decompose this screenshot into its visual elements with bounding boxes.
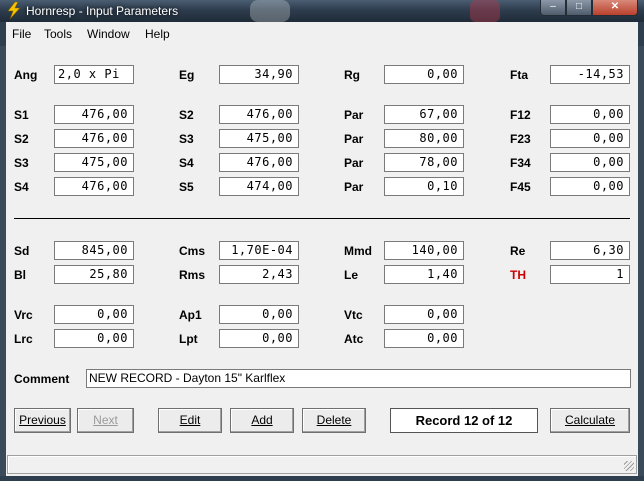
s4b-field[interactable]: 476,00 [54, 177, 134, 196]
f45-field[interactable]: 0,00 [550, 177, 630, 196]
lpt-field[interactable]: 0,00 [219, 329, 299, 348]
next-button[interactable]: Next [77, 408, 134, 433]
menu-window[interactable]: Window [87, 27, 130, 41]
background-blot [470, 0, 500, 22]
rms-label: Rms [179, 268, 206, 282]
par2-field[interactable]: 80,00 [384, 129, 464, 148]
edit-button[interactable]: Edit [158, 408, 222, 433]
title-bar: Hornresp - Input Parameters – □ ✕ [0, 0, 644, 22]
f12-label: F12 [510, 108, 531, 122]
s2-label: S2 [179, 108, 194, 122]
s1-field[interactable]: 476,00 [54, 105, 134, 124]
comment-label: Comment [14, 372, 70, 386]
cms-field[interactable]: 1,70E-04 [219, 241, 299, 260]
f23-label: F23 [510, 132, 531, 146]
s3-field[interactable]: 475,00 [219, 129, 299, 148]
par2-label: Par [344, 132, 364, 146]
calculate-button[interactable]: Calculate [550, 408, 630, 433]
lrc-label: Lrc [14, 332, 33, 346]
record-counter: Record 12 of 12 [390, 408, 538, 433]
close-button[interactable]: ✕ [592, 0, 638, 16]
menu-bar: File Tools Window Help [0, 22, 644, 46]
lightning-icon [7, 2, 21, 19]
minimize-button[interactable]: – [540, 0, 566, 16]
atc-label: Atc [344, 332, 364, 346]
par3-label: Par [344, 156, 364, 170]
vrc-label: Vrc [14, 308, 33, 322]
maximize-button[interactable]: □ [566, 0, 592, 16]
ang-label: Ang [14, 68, 38, 82]
le-field[interactable]: 1,40 [384, 265, 464, 284]
menu-file[interactable]: File [12, 27, 31, 41]
ang-field[interactable]: 2,0 x Pi [54, 65, 134, 84]
f34-label: F34 [510, 156, 531, 170]
s4-label: S4 [179, 156, 194, 170]
par1-field[interactable]: 67,00 [384, 105, 464, 124]
vrc-field[interactable]: 0,00 [54, 305, 134, 324]
th-label[interactable]: TH [510, 268, 526, 282]
par4-label: Par [344, 180, 364, 194]
vtc-label: Vtc [344, 308, 363, 322]
eg-label: Eg [179, 68, 195, 82]
re-field[interactable]: 6,30 [550, 241, 630, 260]
fta-field[interactable]: -14,53 [550, 65, 630, 84]
par3-field[interactable]: 78,00 [384, 153, 464, 172]
input-parameters-panel: Ang 2,0 x Pi Eg 34,90 Rg 0,00 Fta -14,53… [6, 46, 638, 476]
s3-label: S3 [179, 132, 194, 146]
window-title: Hornresp - Input Parameters [26, 4, 179, 18]
sd-label: Sd [14, 244, 30, 258]
comment-field[interactable]: NEW RECORD - Dayton 15" Karlflex [86, 369, 631, 388]
fta-label: Fta [510, 68, 528, 82]
th-field[interactable]: 1 [550, 265, 630, 284]
s3b-field[interactable]: 475,00 [54, 153, 134, 172]
cms-label: Cms [179, 244, 206, 258]
s5-label: S5 [179, 180, 194, 194]
sd-field[interactable]: 845,00 [54, 241, 134, 260]
le-label: Le [344, 268, 359, 282]
menu-help[interactable]: Help [145, 27, 170, 41]
bl-label: Bl [14, 268, 26, 282]
menu-tools[interactable]: Tools [44, 27, 72, 41]
resize-grip-icon[interactable] [624, 461, 634, 471]
delete-button[interactable]: Delete [302, 408, 366, 433]
s3b-label: S3 [14, 156, 29, 170]
ap1-label: Ap1 [179, 308, 202, 322]
background-blot [250, 0, 290, 22]
atc-field[interactable]: 0,00 [384, 329, 464, 348]
s4b-label: S4 [14, 180, 29, 194]
rg-field[interactable]: 0,00 [384, 65, 464, 84]
s2b-field[interactable]: 476,00 [54, 129, 134, 148]
lrc-field[interactable]: 0,00 [54, 329, 134, 348]
f45-label: F45 [510, 180, 531, 194]
rg-label: Rg [344, 68, 360, 82]
rms-field[interactable]: 2,43 [219, 265, 299, 284]
s5-field[interactable]: 474,00 [219, 177, 299, 196]
lpt-label: Lpt [179, 332, 198, 346]
mmd-field[interactable]: 140,00 [384, 241, 464, 260]
re-label: Re [510, 244, 526, 258]
par1-label: Par [344, 108, 364, 122]
f23-field[interactable]: 0,00 [550, 129, 630, 148]
par4-field[interactable]: 0,10 [384, 177, 464, 196]
previous-button[interactable]: Previous [14, 408, 71, 433]
vtc-field[interactable]: 0,00 [384, 305, 464, 324]
status-bar [7, 455, 637, 474]
mmd-label: Mmd [344, 244, 372, 258]
eg-field[interactable]: 34,90 [219, 65, 299, 84]
bl-field[interactable]: 25,80 [54, 265, 134, 284]
s1-label: S1 [14, 108, 29, 122]
f34-field[interactable]: 0,00 [550, 153, 630, 172]
add-button[interactable]: Add [230, 408, 294, 433]
s4-field[interactable]: 476,00 [219, 153, 299, 172]
ap1-field[interactable]: 0,00 [219, 305, 299, 324]
f12-field[interactable]: 0,00 [550, 105, 630, 124]
window-frame-bottom [0, 476, 644, 481]
s2-field[interactable]: 476,00 [219, 105, 299, 124]
s2b-label: S2 [14, 132, 29, 146]
divider [14, 218, 630, 219]
